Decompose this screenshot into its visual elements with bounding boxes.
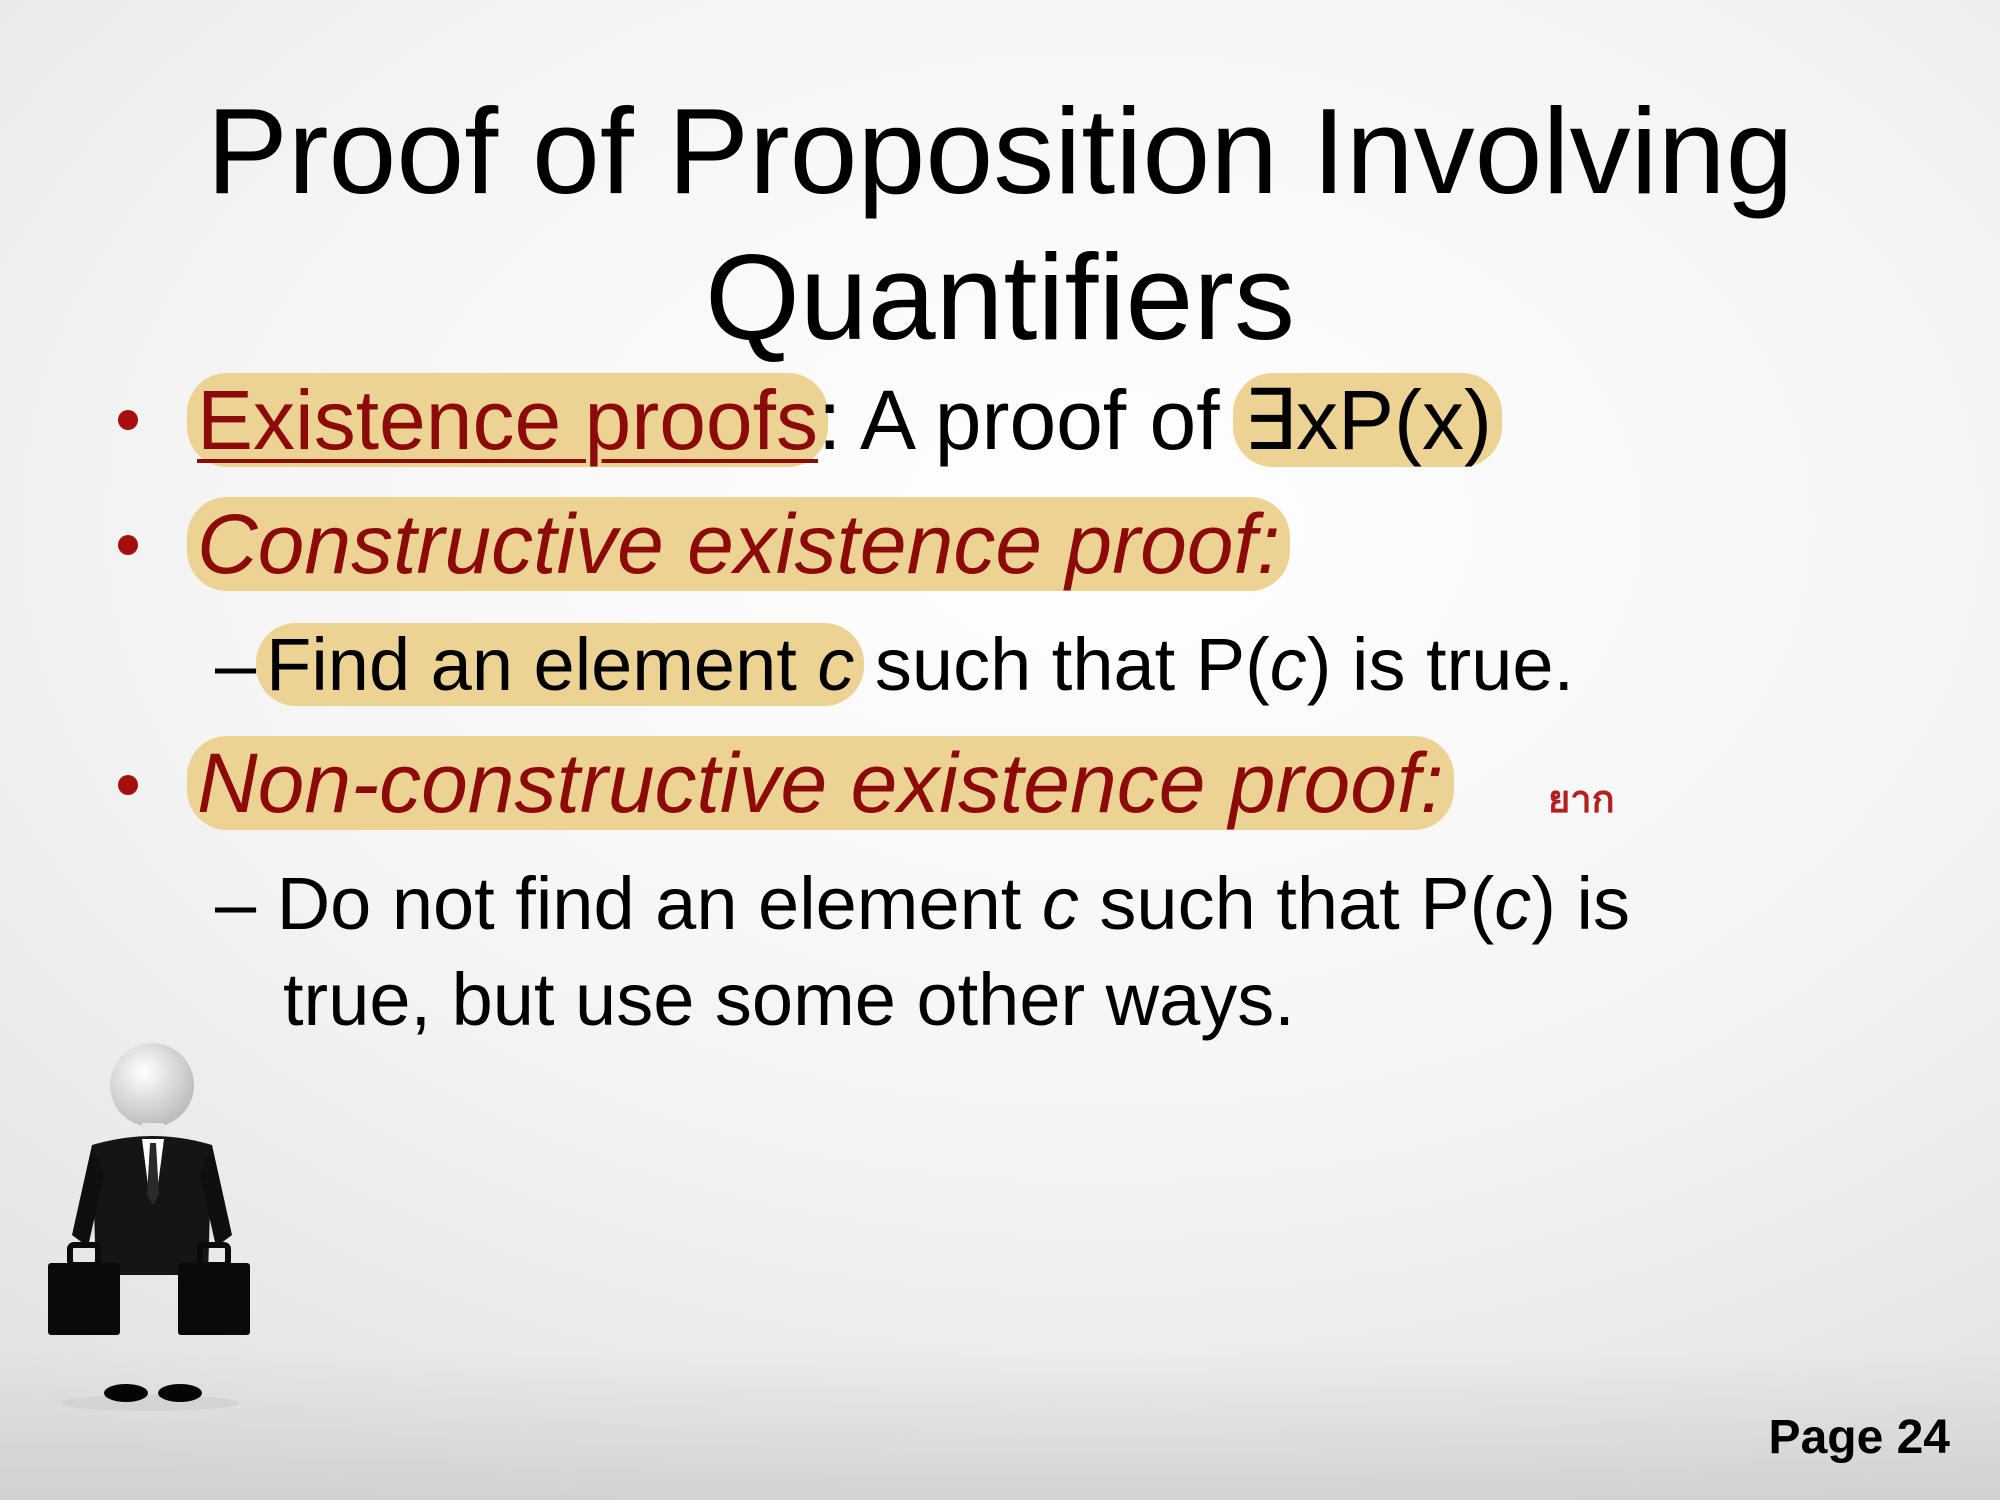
constructive-term: Constructive existence proof: [187,497,1291,591]
sub-find-element: – Find an element c such that P(c) is tru… [215,617,1574,713]
such-that-text: such that P( [854,623,1270,706]
var-c: c [817,623,855,706]
existence-proofs-term: Existence proofs [197,373,818,467]
sub-do-not-find: – Do not find an element c such that P(c… [215,856,1775,1048]
title-line-1: Proof of Proposition Involving [206,83,1794,219]
find-element-highlight: Find an element c [256,623,865,706]
existence-proofs-highlight: Existence proofs [187,373,828,467]
businessman-figure-icon [30,1035,270,1420]
is-text: ) is [1531,862,1630,945]
exists-formula: ∃xP(x) [1232,373,1502,467]
bullet-dot [118,410,138,430]
page-number: Page 24 [1768,1411,1950,1464]
title-line-2: Quantifiers [705,229,1295,365]
do-not-find-text: Do not find an element [276,862,1042,945]
bullet-dot [118,775,138,795]
bullet-dot [118,535,138,555]
bullet-existence-proofs: Existence proofs: A proof of ∃xP(x) [187,370,1502,470]
do-not-find-line2: true, but use some other ways. [283,958,1295,1041]
var-c: c [1041,862,1079,945]
slide-title: Proof of Proposition Involving Quantifie… [0,78,2000,370]
background-floor [0,1350,2000,1500]
existence-proofs-text: : A proof of [817,373,1243,467]
is-true-text: ) is true. [1306,623,1575,706]
var-c: c [1494,862,1532,945]
bullet-nonconstructive: Non-constructive existence proof: [187,733,1454,833]
dash: – [215,862,257,945]
find-element-text: Find an element [266,623,818,706]
such-that-text: such that P( [1078,862,1495,945]
bullet-constructive: Constructive existence proof: [187,494,1291,594]
var-c: c [1269,623,1307,706]
dash: – [215,623,257,706]
handwritten-annotation: ยาก [1548,779,1615,821]
nonconstructive-term: Non-constructive existence proof: [187,736,1454,830]
